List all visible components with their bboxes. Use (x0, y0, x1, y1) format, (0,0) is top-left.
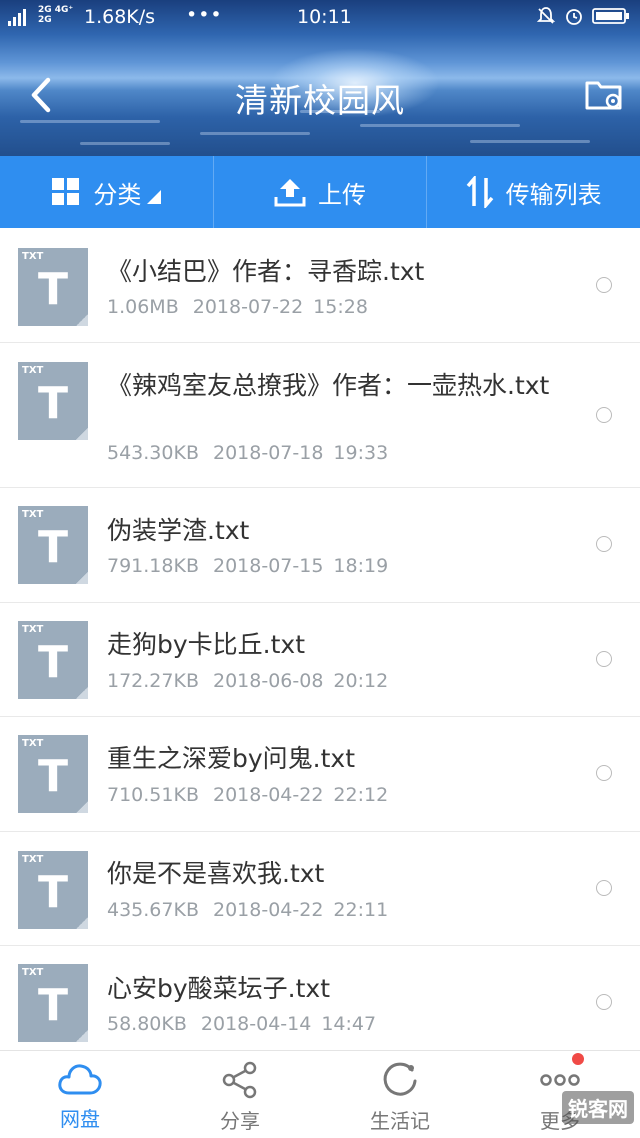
file-time: 22:11 (333, 899, 389, 921)
alarm-icon (566, 9, 582, 25)
file-name: 《小结巴》作者：寻香踪.txt (107, 257, 425, 286)
select-radio[interactable] (596, 765, 612, 781)
txt-file-icon: TXT T (18, 621, 88, 699)
mute-bell-icon (536, 7, 556, 24)
app-screen: 2G 4G⁺ 2G 1.68K/s ••• 10:11 清新校园风 分类 上传 … (0, 0, 640, 1138)
nav-label: 分享 (220, 1109, 260, 1133)
transfer-list-label: 传输列表 (505, 180, 602, 209)
file-date: 2018-04-22 (212, 784, 324, 806)
file-size: 172.27KB (107, 670, 199, 692)
bottom-nav: 网盘 分享 生活记 更多 锐客网 (0, 1050, 640, 1138)
network-speed: 1.68K/s (84, 6, 156, 28)
file-date: 2018-07-22 (192, 296, 304, 318)
clock: 10:11 (297, 6, 352, 28)
file-size: 58.80KB (107, 1013, 187, 1035)
category-label: 分类 (93, 180, 142, 209)
file-row[interactable]: TXT T 《小结巴》作者：寻香踪.txt 1.06MB 2018-07-22 15:… (0, 228, 640, 343)
file-size: 1.06MB (107, 296, 179, 318)
file-time: 18:19 (333, 555, 389, 577)
file-size: 543.30KB (107, 442, 199, 464)
category-button[interactable]: 分类 (0, 156, 214, 228)
file-date: 2018-04-14 (200, 1013, 312, 1035)
select-radio[interactable] (596, 880, 612, 896)
network-type: 2G 4G⁺ 2G (38, 5, 73, 25)
network-type-bottom: 2G (38, 15, 52, 25)
status-bar: 2G 4G⁺ 2G 1.68K/s ••• 10:11 (0, 0, 640, 34)
file-name: 你是不是喜欢我.txt (107, 859, 325, 888)
nav-item-life-record[interactable]: 生活记 (320, 1051, 480, 1138)
select-radio[interactable] (596, 651, 612, 667)
file-date: 2018-04-22 (212, 899, 324, 921)
file-name: 心安by酸菜坛子.txt (107, 974, 331, 1003)
file-row[interactable]: TXT T 《辣鸡室友总撩我》作者：一壶热水.txt 543.30KB 2018-0… (0, 343, 640, 488)
file-time: 20:12 (333, 670, 389, 692)
txt-file-icon: TXT T (18, 248, 88, 326)
file-date: 2018-07-18 (212, 442, 324, 464)
watermark: 锐客网 (562, 1091, 634, 1124)
transfer-icon (466, 176, 494, 208)
file-name: 走狗by卡比丘.txt (107, 630, 306, 659)
folder-settings-icon[interactable] (584, 74, 624, 114)
file-time: 22:12 (333, 784, 389, 806)
file-date: 2018-07-15 (212, 555, 324, 577)
select-radio[interactable] (596, 994, 612, 1010)
file-row[interactable]: TXT T 走狗by卡比丘.txt 172.27KB 2018-06-08 20:12 (0, 603, 640, 717)
file-size: 791.18KB (107, 555, 199, 577)
file-name: 《辣鸡室友总撩我》作者：一壶热水.txt (107, 371, 550, 400)
grid-icon (52, 178, 80, 205)
file-row[interactable]: TXT T 重生之深爱by问鬼.txt 710.51KB 2018-04-22 22:… (0, 717, 640, 832)
file-row[interactable]: TXT T 你是不是喜欢我.txt 435.67KB 2018-04-22 22:11 (0, 832, 640, 946)
select-radio[interactable] (596, 277, 612, 293)
file-size: 710.51KB (107, 784, 199, 806)
dropdown-triangle-icon (147, 190, 162, 204)
select-radio[interactable] (596, 407, 612, 423)
file-size: 435.67KB (107, 899, 199, 921)
file-time: 15:28 (313, 296, 368, 318)
file-row[interactable]: TXT T 心安by酸菜坛子.txt 58.80KB 2018-04-14 14:47 (0, 946, 640, 1050)
share-icon (222, 1061, 257, 1099)
nav-label: 网盘 (60, 1107, 100, 1131)
signal-icon (8, 8, 26, 26)
select-radio[interactable] (596, 536, 612, 552)
txt-file-icon: TXT T (18, 851, 88, 929)
txt-file-icon: TXT T (18, 506, 88, 584)
upload-icon (274, 179, 306, 207)
nav-item-more[interactable]: 更多 锐客网 (480, 1051, 640, 1138)
network-type-top: 2G 4G⁺ (38, 5, 74, 15)
nav-item-share[interactable]: 分享 (160, 1051, 320, 1138)
transfer-list-button[interactable]: 传输列表 (427, 156, 640, 228)
txt-file-icon: TXT T (18, 735, 88, 813)
toolbar: 分类 上传 传输列表 (0, 156, 640, 228)
cloud-icon (58, 1064, 102, 1095)
title-bar: 清新校园风 (0, 62, 640, 128)
nav-item-netdisk[interactable]: 网盘 (0, 1051, 160, 1138)
file-row[interactable]: TXT T 伪装学渣.txt 791.18KB 2018-07-15 18:19 (0, 488, 640, 603)
upload-button[interactable]: 上传 (214, 156, 428, 228)
file-name: 伪装学渣.txt (107, 516, 250, 545)
notification-badge (572, 1053, 584, 1065)
battery-icon (592, 8, 629, 24)
file-name: 重生之深爱by问鬼.txt (107, 744, 356, 773)
file-date: 2018-06-08 (212, 670, 324, 692)
txt-file-icon: TXT T (18, 362, 88, 440)
nav-label: 生活记 (370, 1109, 430, 1133)
more-notifications-icon: ••• (186, 4, 223, 26)
txt-file-icon: TXT T (18, 964, 88, 1042)
life-record-icon (383, 1062, 417, 1096)
file-list: TXT T 《小结巴》作者：寻香踪.txt 1.06MB 2018-07-22 15:… (0, 228, 640, 1050)
file-time: 14:47 (321, 1013, 377, 1035)
file-time: 19:33 (333, 442, 389, 464)
page-title: 清新校园风 (235, 81, 405, 120)
upload-label: 上传 (318, 180, 366, 209)
